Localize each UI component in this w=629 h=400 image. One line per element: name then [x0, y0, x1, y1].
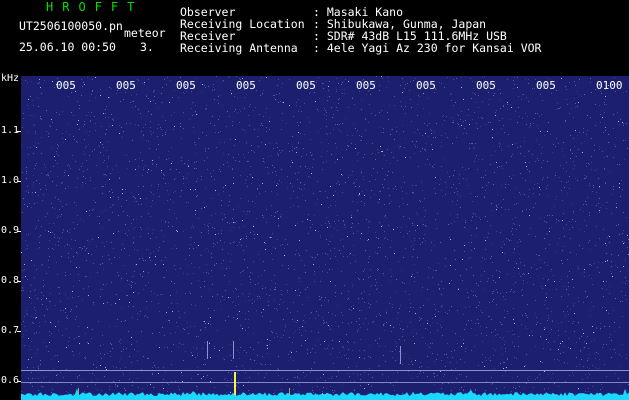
event-type-label: meteor: [124, 26, 166, 40]
time-tick-8: 005: [476, 79, 496, 92]
time-tick-6: 005: [356, 79, 376, 92]
antenna-value: : 4ele Yagi Az 230 for Kansai VOR: [313, 41, 542, 55]
hrofft-window: HROFFT UT2506100050.pn meteor 25.06.10 0…: [0, 0, 629, 400]
frequency-unit-label: kHz: [1, 73, 20, 84]
freq-tick-mark: [17, 231, 21, 232]
freq-tick-mark: [17, 281, 21, 282]
signal-trace: [21, 388, 629, 400]
time-tick-5: 005: [296, 79, 316, 92]
antenna-label: Receiving Antenna: [180, 41, 298, 55]
freq-tick-mark: [17, 181, 21, 182]
spectrogram-panel: [21, 76, 629, 400]
time-tick-3: 005: [176, 79, 196, 92]
count-value: 3.: [140, 40, 154, 54]
time-tick-10: 0100: [596, 79, 623, 92]
time-tick-9: 005: [536, 79, 556, 92]
app-title: HROFFT: [46, 0, 144, 14]
freq-tick-mark: [17, 131, 21, 132]
date-time: 25.06.10 00:50: [19, 40, 116, 54]
time-tick-2: 005: [116, 79, 136, 92]
time-tick-1: 005: [56, 79, 76, 92]
time-tick-4: 005: [236, 79, 256, 92]
time-tick-7: 005: [416, 79, 436, 92]
freq-tick-mark: [17, 331, 21, 332]
freq-tick-mark: [17, 381, 21, 382]
file-name: UT2506100050.pn: [19, 19, 123, 33]
